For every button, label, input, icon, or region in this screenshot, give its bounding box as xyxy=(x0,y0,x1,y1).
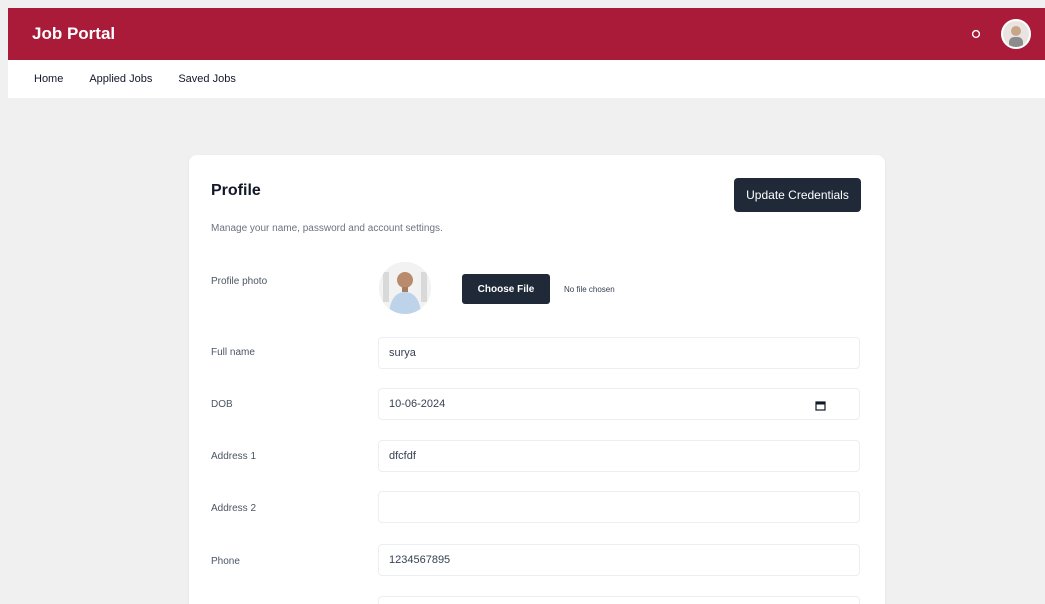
header-actions xyxy=(969,19,1031,49)
bell-icon[interactable] xyxy=(969,27,983,41)
app-title[interactable]: Job Portal xyxy=(32,24,115,44)
dob-field xyxy=(378,388,860,420)
address2-label: Address 2 xyxy=(211,503,257,514)
next-field-input[interactable] xyxy=(378,596,860,604)
nav-applied-jobs[interactable]: Applied Jobs xyxy=(89,73,152,85)
nav-saved-jobs[interactable]: Saved Jobs xyxy=(178,73,235,85)
update-credentials-button[interactable]: Update Credentials xyxy=(734,178,861,212)
avatar[interactable] xyxy=(1001,19,1031,49)
profile-photo xyxy=(379,262,431,314)
phone-label: Phone xyxy=(211,556,240,567)
dob-label: DOB xyxy=(211,399,233,410)
page-subtitle: Manage your name, password and account s… xyxy=(211,223,443,234)
nav-home[interactable]: Home xyxy=(34,73,63,85)
choose-file-button[interactable]: Choose File xyxy=(462,274,550,304)
calendar-icon[interactable] xyxy=(815,398,826,411)
top-header: Job Portal xyxy=(8,8,1045,60)
address2-input[interactable] xyxy=(378,491,860,523)
profile-card: Profile Update Credentials Manage your n… xyxy=(189,155,885,604)
file-status: No file chosen xyxy=(564,285,615,294)
nav-bar: Home Applied Jobs Saved Jobs xyxy=(8,60,1045,98)
dob-input[interactable] xyxy=(378,388,860,420)
phone-input[interactable] xyxy=(378,544,860,576)
address1-input[interactable] xyxy=(378,440,860,472)
full-name-label: Full name xyxy=(211,347,255,358)
full-name-input[interactable] xyxy=(378,337,860,369)
profile-photo-label: Profile photo xyxy=(211,276,268,287)
page-title: Profile xyxy=(211,182,261,199)
address1-label: Address 1 xyxy=(211,451,257,462)
